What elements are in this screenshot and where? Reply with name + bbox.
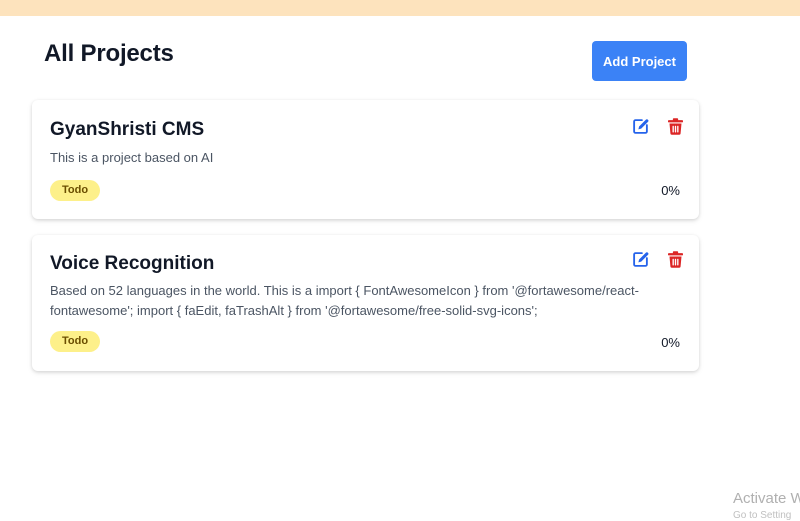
edit-button[interactable]: [630, 116, 650, 136]
activation-watermark-subtitle: Go to Setting: [733, 510, 792, 521]
progress-value: 0%: [661, 335, 680, 350]
project-card: GyanShristi CMS This is a project based …: [32, 100, 699, 219]
project-card: Voice Recognition Based on 52 languages …: [32, 235, 699, 371]
top-banner: [0, 0, 800, 16]
trash-icon: [667, 250, 683, 268]
page-title: All Projects: [44, 40, 174, 67]
status-badge: Todo: [50, 331, 101, 352]
project-title: GyanShristi CMS: [50, 119, 205, 140]
delete-button[interactable]: [665, 116, 685, 136]
edit-icon: [632, 118, 648, 134]
project-title: Voice Recognition: [50, 253, 215, 274]
status-badge: Todo: [50, 180, 101, 201]
delete-button[interactable]: [665, 249, 685, 269]
edit-button[interactable]: [630, 249, 650, 269]
trash-icon: [667, 117, 683, 135]
activation-watermark: Activate W: [733, 490, 800, 507]
project-description: Based on 52 languages in the world. This…: [50, 283, 639, 318]
edit-icon: [632, 251, 648, 267]
progress-value: 0%: [661, 183, 680, 198]
add-project-button[interactable]: Add Project: [592, 41, 687, 81]
project-description: This is a project based on AI: [50, 150, 214, 165]
